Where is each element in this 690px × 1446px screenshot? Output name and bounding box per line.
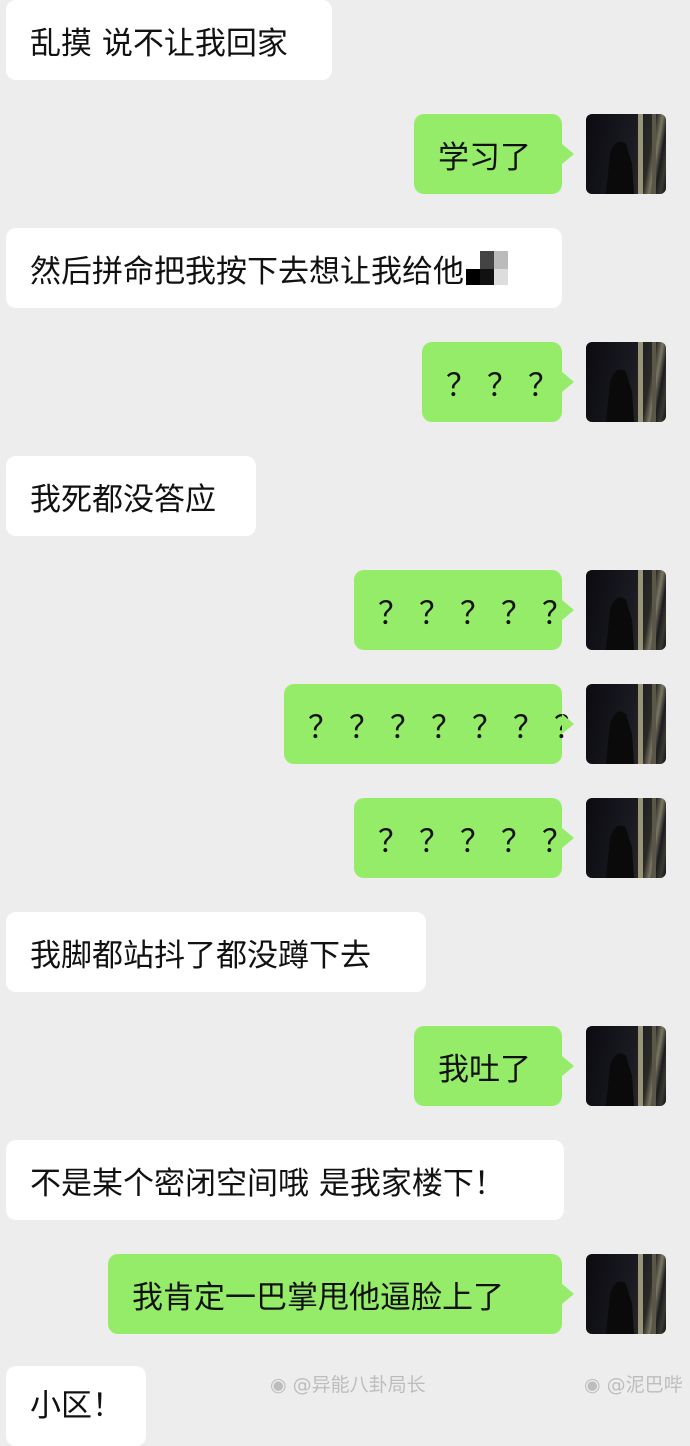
watermark: ◉ @泥巴哔 <box>584 1370 683 1397</box>
message-text: 我吐了 <box>438 1051 531 1088</box>
message-text: 不是某个密闭空间哦 是我家楼下！ <box>30 1165 505 1202</box>
watermark-text: @异能八卦局长 <box>292 1374 426 1396</box>
avatar-image <box>606 798 656 878</box>
outgoing-message[interactable]: ？？？？？ <box>354 570 574 650</box>
outgoing-message[interactable]: ？？？？？ <box>354 798 574 878</box>
message-text: 小区！ <box>30 1388 123 1424</box>
incoming-message[interactable]: 不是某个密闭空间哦 是我家楼下！ <box>6 1140 564 1220</box>
avatar-image <box>606 1254 656 1334</box>
watermark-text: @泥巴哔 <box>606 1374 683 1396</box>
incoming-message[interactable]: 我死都没答应 <box>6 456 256 536</box>
incoming-message[interactable]: 我脚都站抖了都没蹲下去 <box>6 912 426 992</box>
avatar-image <box>606 342 656 422</box>
user-avatar[interactable] <box>586 1026 666 1106</box>
outgoing-message[interactable]: 我肯定一巴掌甩他逼脸上了 <box>108 1254 574 1334</box>
outgoing-message[interactable]: 我吐了 <box>414 1026 574 1106</box>
avatar-image <box>606 1026 656 1106</box>
outgoing-message[interactable]: 学习了 <box>414 114 574 194</box>
avatar-image <box>606 114 656 194</box>
message-text: 然后拼命把我按下去想让我给他 <box>30 253 464 290</box>
avatar-image <box>606 570 656 650</box>
outgoing-message[interactable]: ？？？？？？？ <box>284 684 585 764</box>
outgoing-message[interactable]: ？？？ <box>422 342 574 422</box>
user-avatar[interactable] <box>586 342 666 422</box>
message-text: 我肯定一巴掌甩他逼脸上了 <box>132 1279 504 1316</box>
message-text: 我脚都站抖了都没蹲下去 <box>30 937 371 974</box>
watermark: ◉ @异能八卦局长 <box>270 1370 426 1397</box>
message-text: 乱摸 说不让我回家 <box>30 25 288 62</box>
message-text: ？？？？？ <box>378 595 583 632</box>
avatar-image <box>606 684 656 764</box>
weibo-icon: ◉ <box>584 1374 601 1396</box>
message-text: ？？？ <box>446 367 569 404</box>
message-text: ？？？？？ <box>378 823 583 860</box>
censor-mosaic-icon <box>466 251 508 285</box>
user-avatar[interactable] <box>586 798 666 878</box>
weibo-icon: ◉ <box>270 1374 287 1396</box>
user-avatar[interactable] <box>586 684 666 764</box>
user-avatar[interactable] <box>586 570 666 650</box>
incoming-message[interactable]: 小区！ <box>6 1366 146 1446</box>
message-text: 我死都没答应 <box>30 481 216 518</box>
user-avatar[interactable] <box>586 1254 666 1334</box>
message-text: 学习了 <box>438 139 531 176</box>
incoming-message[interactable]: 乱摸 说不让我回家 <box>6 0 332 80</box>
user-avatar[interactable] <box>586 114 666 194</box>
message-text: ？？？？？？？ <box>308 709 595 746</box>
incoming-message[interactable]: 然后拼命把我按下去想让我给他 <box>6 228 562 308</box>
